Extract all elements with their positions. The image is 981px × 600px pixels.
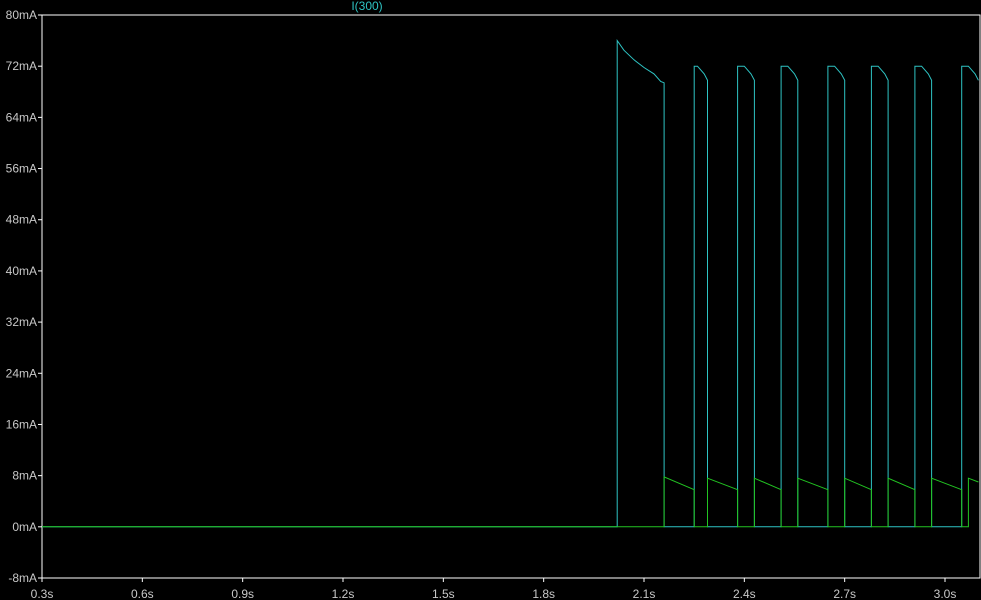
y-tick-label: 56mA [6,162,37,176]
x-tick-label: 1.2s [332,587,355,600]
y-tick-label: 24mA [6,366,37,380]
x-tick-label: 1.8s [532,587,555,600]
y-axis: -8mA 0mA 8mA 16mA 24mA 32mA 40mA 48mA 56mA 64mA 72… [6,8,42,585]
plot-border [41,14,981,579]
waveform-plot: -8mA 0mA 8mA 16mA 24mA 32mA 40mA 48mA 56mA 64mA 72… [6,0,981,600]
y-tick-label: 72mA [6,59,37,73]
y-tick-label: 32mA [6,315,37,329]
x-tick-label: 2.1s [633,587,656,600]
x-axis: 0.3s 0.6s 0.9s 1.2s 1.5s 1.8s 2.1s 2.4s 2.7s 3.0s [31,578,957,600]
y-tick-label: -8mA [8,571,37,585]
trace-i300 [42,39,979,528]
y-tick-label: 48mA [6,213,37,227]
x-tick-label: 2.4s [733,587,756,600]
y-tick-label: 64mA [6,110,37,124]
x-tick-label: 0.6s [131,587,154,600]
trace-secondary [42,476,979,528]
plot-frame [41,14,981,579]
x-tick-label: 1.5s [432,587,455,600]
trace-label-i300[interactable]: I(300) [351,0,382,13]
x-tick-label: 0.3s [31,587,54,600]
y-tick-label: 16mA [6,417,37,431]
y-tick-label: 40mA [6,264,37,278]
traces [42,39,979,528]
y-tick-label: 80mA [6,8,37,22]
x-tick-label: 0.9s [231,587,254,600]
x-tick-label: 2.7s [833,587,856,600]
y-tick-label: 8mA [12,469,37,483]
y-tick-label: 0mA [12,520,37,534]
x-tick-label: 3.0s [934,587,957,600]
